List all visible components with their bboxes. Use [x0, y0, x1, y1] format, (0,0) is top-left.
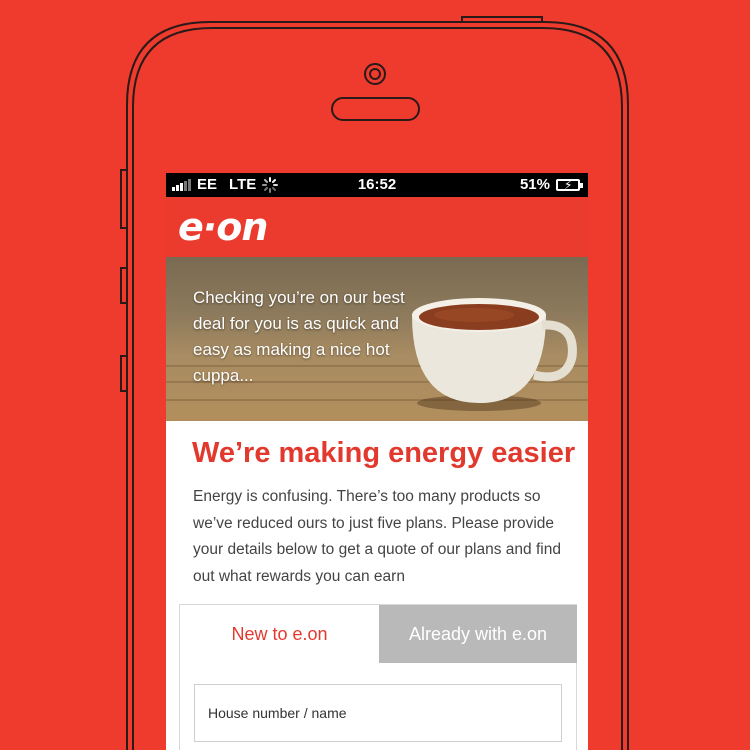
- hero-banner: Checking you’re on our best deal for you…: [166, 257, 588, 421]
- page-headline: We’re making energy easier: [192, 437, 576, 469]
- tea-cup-icon: [412, 298, 577, 411]
- quote-form-card: New to e.on Already with e.on: [179, 604, 577, 750]
- status-bar: EE LTE 16:52 51% ⚡: [166, 173, 588, 197]
- battery-icon: ⚡: [556, 178, 583, 192]
- battery-percent: 51%: [519, 176, 550, 193]
- tab-already-with-eon[interactable]: Already with e.on: [379, 605, 577, 663]
- house-number-input[interactable]: [194, 684, 562, 742]
- brand-header: e·on: [166, 197, 588, 257]
- phone-screen: EE LTE 16:52 51% ⚡ e·on Checking you’re …: [166, 173, 588, 750]
- hero-caption: Checking you’re on our best deal for you…: [193, 288, 405, 385]
- eon-logo[interactable]: e·on: [178, 205, 268, 249]
- intro-text: Energy is confusing. There’s too many pr…: [193, 488, 561, 585]
- status-right: 51% ⚡: [519, 176, 583, 193]
- tab-new-to-eon[interactable]: New to e.on: [180, 605, 379, 663]
